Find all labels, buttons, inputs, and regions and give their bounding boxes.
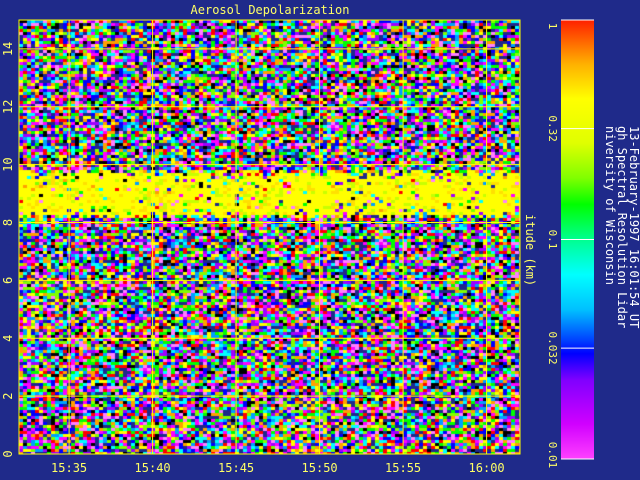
y-tick-label: 0 (1, 450, 15, 457)
instrument-caption: niversity of Wisconsingh Spectral Resolu… (603, 126, 640, 328)
x-tick-label: 16:00 (469, 461, 505, 475)
x-tick-label: 15:50 (302, 461, 338, 475)
colorbar-tick-label: 0.1 (546, 230, 559, 250)
depolarization-chart: Aerosol Depolarization 15:35 15:40 15:45 15… (1, 3, 640, 475)
caption-line: 13-February-1997 16:01:54 UT (627, 126, 640, 328)
heatmap-image (19, 20, 520, 454)
heatmap-plot (19, 20, 520, 454)
colorbar (561, 19, 594, 460)
caption-line: gh Spectral Resolution Lidar (615, 126, 629, 328)
chart-title: Aerosol Depolarization (191, 3, 350, 17)
y-tick-label: 4 (1, 335, 15, 342)
x-tick-label: 15:40 (135, 461, 171, 475)
caption-line: niversity of Wisconsin (603, 126, 617, 285)
colorbar-tick-label: 0.32 (546, 115, 559, 142)
y-tick-label: 8 (1, 219, 15, 226)
y-tick-label: 14 (1, 42, 15, 56)
colorbar-tick-label: 0.01 (546, 442, 559, 469)
x-tick-label: 15:45 (218, 461, 254, 475)
y-tick-label: 12 (1, 100, 15, 114)
colorbar-ticks: 0.01 0.032 0.1 0.32 1 (546, 23, 559, 469)
y-tick-label: 2 (1, 393, 15, 400)
x-axis-ticks: 15:35 15:40 15:45 15:50 15:55 16:00 (51, 461, 505, 475)
y-axis-ticks: 0 2 4 6 8 10 12 14 (1, 42, 15, 458)
y-tick-label: 10 (1, 157, 15, 171)
colorbar-tick-label: 1 (546, 23, 559, 30)
colorbar-tick-label: 0.032 (546, 332, 559, 365)
x-tick-label: 15:35 (51, 461, 87, 475)
x-tick-label: 15:55 (385, 461, 421, 475)
y-axis-label: itude (km) (523, 214, 537, 286)
y-tick-label: 6 (1, 277, 15, 284)
